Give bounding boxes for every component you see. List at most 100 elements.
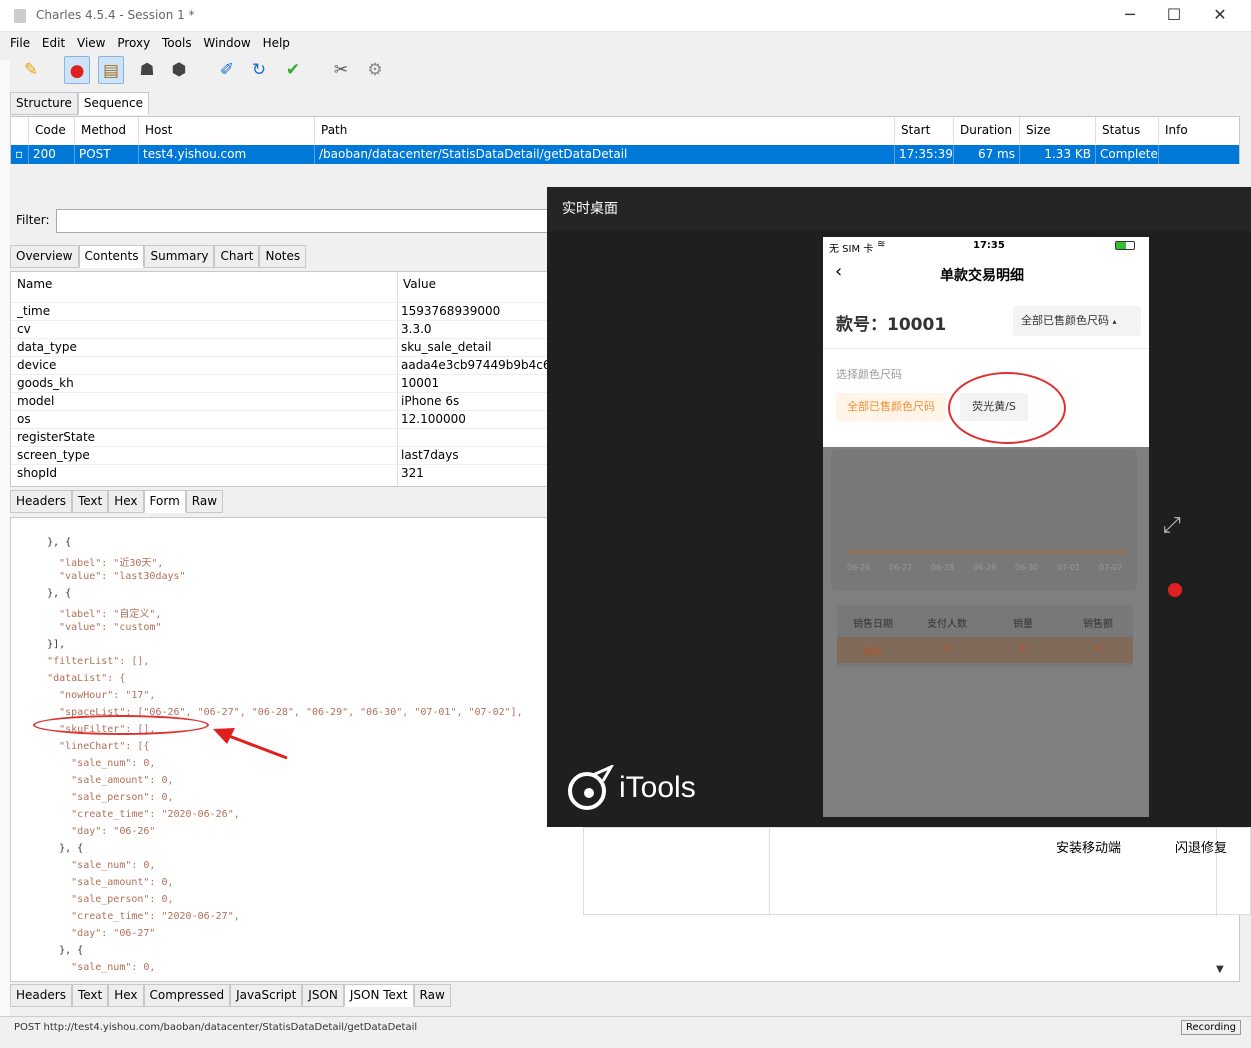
install-mobile-link[interactable]: 安装移动端 <box>1056 837 1121 856</box>
json-line: "label": "近30天", <box>23 558 164 569</box>
table-row[interactable]: _time 1593768939000 <box>11 302 549 320</box>
tab-overview[interactable]: Overview <box>10 245 79 268</box>
tab-raw[interactable]: Raw <box>413 984 451 1007</box>
highlight-circle <box>33 715 209 735</box>
close-button[interactable]: ✕ <box>1197 0 1243 32</box>
table-row[interactable]: screen_type last7days <box>11 446 549 464</box>
sku-dropdown[interactable]: 全部已售颜色尺码 ▴ <box>1013 306 1141 336</box>
table-row[interactable]: shopId 321 <box>11 464 549 482</box>
x-tick: 07-02 <box>1099 563 1123 572</box>
tab-text[interactable]: Text <box>71 984 109 1007</box>
menu-proxy[interactable]: Proxy <box>117 33 150 53</box>
json-line: "sale_person": 0, <box>23 792 174 803</box>
tab-json-text[interactable]: JSON Text <box>343 984 414 1007</box>
th-buyers: 支付人数 <box>927 619 967 630</box>
tab-compressed[interactable]: Compressed <box>143 984 231 1007</box>
tools-icon[interactable]: ✂ <box>328 56 354 84</box>
table-row[interactable]: cv 3.3.0 <box>11 320 549 338</box>
col-start[interactable]: Start <box>895 117 954 143</box>
menu-tools[interactable]: Tools <box>162 33 192 53</box>
col-icon <box>11 117 29 143</box>
col-code[interactable]: Code <box>29 117 75 143</box>
table-row[interactable]: ▫ 200 POST test4.yishou.com /baoban/data… <box>11 145 1239 164</box>
table-row[interactable]: model iPhone 6s <box>11 392 549 410</box>
chart-card: 06-26 06-27 06-28 06-29 06-30 07-01 07-0… <box>831 449 1137 591</box>
col-status[interactable]: Status <box>1096 117 1159 143</box>
tab-sequence[interactable]: Sequence <box>77 92 150 115</box>
json-line: "day": "06-27" <box>23 928 156 939</box>
divider <box>823 348 1149 349</box>
back-icon[interactable]: ‹ <box>835 261 842 282</box>
tab-req-form[interactable]: Form <box>143 490 186 513</box>
json-line: "sale_num": 0, <box>23 860 156 871</box>
tab-javascript[interactable]: JavaScript <box>230 984 303 1007</box>
tab-req-text[interactable]: Text <box>71 490 109 513</box>
filter-label: Filter: <box>16 213 50 227</box>
style-number: 款号：10001 <box>836 315 947 335</box>
col-size[interactable]: Size <box>1020 117 1096 143</box>
col-info[interactable]: Info <box>1159 117 1239 143</box>
pen-icon[interactable]: ✐ <box>214 56 240 84</box>
minimize-button[interactable]: ─ <box>1107 0 1153 32</box>
view-tabs: Structure Sequence <box>10 92 150 115</box>
json-line: "sale_num": 0, <box>23 962 156 973</box>
turtle-icon[interactable]: ☗ <box>134 56 160 84</box>
th-date: 销售日期 <box>853 619 893 630</box>
check-icon[interactable]: ✔ <box>280 56 306 84</box>
filter-input[interactable] <box>56 209 616 233</box>
x-tick: 06-28 <box>931 563 955 572</box>
tab-json[interactable]: JSON <box>302 984 344 1007</box>
settings-icon[interactable]: ⚙ <box>362 56 388 84</box>
tab-notes[interactable]: Notes <box>259 245 307 268</box>
table-row[interactable]: registerState <box>11 428 549 446</box>
table-row[interactable]: os 12.100000 <box>11 410 549 428</box>
stop-icon[interactable]: ⬢ <box>166 56 192 84</box>
tab-req-headers[interactable]: Headers <box>10 490 72 513</box>
tab-contents[interactable]: Contents <box>78 245 145 268</box>
json-line: "lineChart": [{ <box>23 741 150 752</box>
cell-host: test4.yishou.com <box>139 145 315 164</box>
broom-icon[interactable]: ✎ <box>18 56 44 84</box>
crash-repair-link[interactable]: 闪退修复 <box>1175 837 1227 856</box>
table-row[interactable]: goods_kh 10001 <box>11 374 549 392</box>
red-arrow-icon <box>213 728 288 760</box>
cell-info <box>1159 145 1239 164</box>
recording-indicator[interactable]: Recording <box>1180 1020 1241 1035</box>
col-host[interactable]: Host <box>139 117 315 143</box>
maximize-button[interactable]: ☐ <box>1151 0 1197 32</box>
record-dot-icon[interactable] <box>1168 583 1182 597</box>
fullscreen-icon[interactable]: ⤢ <box>1163 513 1181 538</box>
phone-screen[interactable]: 无 SIM 卡 ≋ 17:35 ‹ 单款交易明细 款号：10001 全部已售颜色… <box>823 237 1149 817</box>
tab-hex[interactable]: Hex <box>108 984 144 1007</box>
chip-all-skus[interactable]: 全部已售颜色尺码 <box>836 393 946 421</box>
content-tabs: Overview Contents Summary Chart Notes <box>10 245 307 268</box>
col-duration[interactable]: Duration <box>954 117 1020 143</box>
menu-window[interactable]: Window <box>203 33 250 53</box>
menu-file[interactable]: File <box>10 33 30 53</box>
col-method[interactable]: Method <box>75 117 139 143</box>
cell-duration: 67 ms <box>954 145 1020 164</box>
table-row[interactable]: data_type sku_sale_detail <box>11 338 549 356</box>
record-icon[interactable]: ● <box>64 56 90 84</box>
throttle-icon[interactable]: ▤ <box>98 56 124 84</box>
left-edge-strip <box>0 60 10 1020</box>
tab-structure[interactable]: Structure <box>10 92 78 115</box>
form-params-table: Name Value _time 1593768939000 cv 3.3.0 da… <box>10 271 550 487</box>
tab-summary[interactable]: Summary <box>144 245 215 268</box>
tab-chart[interactable]: Chart <box>214 245 260 268</box>
window-title: Charles 4.5.4 - Session 1 * <box>36 8 195 22</box>
tab-req-hex[interactable]: Hex <box>108 490 144 513</box>
table-row[interactable]: device aada4e3cb97449b9b4c6 <box>11 356 549 374</box>
tab-headers[interactable]: Headers <box>10 984 72 1007</box>
scroll-down-icon[interactable]: ▼ <box>1216 964 1224 975</box>
menu-edit[interactable]: Edit <box>42 33 65 53</box>
page-title: 单款交易明细 <box>940 268 1024 284</box>
menu-help[interactable]: Help <box>263 33 290 53</box>
col-path[interactable]: Path <box>315 117 895 143</box>
x-tick: 06-26 <box>847 563 871 572</box>
carrier-label: 无 SIM 卡 <box>829 244 874 255</box>
tab-req-raw[interactable]: Raw <box>185 490 224 513</box>
json-line: "label": "自定义", <box>23 609 162 620</box>
refresh-icon[interactable]: ↻ <box>246 56 272 84</box>
menu-view[interactable]: View <box>77 33 105 53</box>
